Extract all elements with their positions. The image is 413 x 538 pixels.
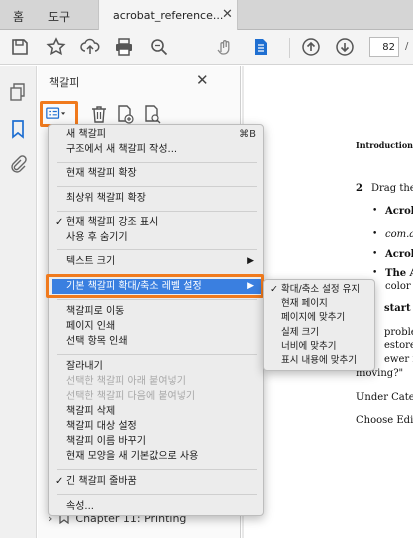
submenu-item-fit-width[interactable]: 너비에 맞추기 (267, 340, 373, 353)
menu-item-text-size[interactable]: 텍스트 크기 ▶ (52, 254, 262, 269)
doc-line: Under Categ (356, 392, 413, 403)
menu-item-new-bookmark[interactable]: 새 책갈피 ⌘B (52, 127, 262, 142)
submenu-item-current-page[interactable]: 현재 페이지 (267, 297, 373, 310)
doc-line: The A (385, 268, 413, 279)
menu-separator (57, 299, 257, 300)
menu-separator (57, 162, 257, 163)
panel-title: 책갈피 (49, 76, 80, 89)
tab-document[interactable]: acrobat_reference... (98, 0, 238, 31)
menu-item-label: 새 책갈피 (66, 129, 106, 140)
submenu-arrow-icon: ▶ (247, 256, 254, 266)
print-icon[interactable] (113, 36, 135, 58)
doc-step-number: 2 (356, 183, 363, 194)
tab-tools[interactable]: 도구 (48, 8, 70, 25)
menu-separator (57, 211, 257, 212)
upload-icon[interactable] (79, 36, 101, 58)
doc-line: Drag the (371, 183, 413, 194)
submenu-item-inherit-zoom[interactable]: ✓ 확대/축소 설정 유지 (267, 283, 373, 296)
menu-item-cut[interactable]: 잘라내기 (52, 359, 262, 374)
arrow-down-icon[interactable] (334, 36, 356, 58)
tab-home[interactable]: 홈 (13, 8, 24, 25)
page-separator: / (405, 41, 409, 52)
attachment-icon[interactable] (8, 154, 28, 174)
menu-item-set-destination[interactable]: 책갈피 대상 설정 (52, 419, 262, 434)
menu-separator (57, 494, 257, 495)
submenu-item-actual-size[interactable]: 실제 크기 (267, 326, 373, 339)
menu-item-label: 긴 책갈피 줄바꿈 (66, 476, 137, 487)
bookmark-icon[interactable] (8, 119, 28, 139)
menu-item-expand-top-level[interactable]: 최상위 책갈피 확장 (52, 191, 262, 206)
doc-bullet: • (372, 229, 378, 239)
menu-item-print-pages[interactable]: 페이지 인쇄 (52, 319, 262, 334)
shortcut-label: ⌘B (239, 129, 256, 140)
menu-item-highlight-current[interactable]: ✓ 현재 책갈피 강조 표시 (52, 215, 262, 230)
doc-line: Acrob (385, 206, 413, 217)
menu-item-expand-current[interactable]: 현재 책갈피 확장 (52, 166, 262, 181)
menu-item-properties[interactable]: 속성... (52, 499, 262, 514)
pages-icon[interactable] (8, 82, 28, 102)
menu-item-go-to-bookmark[interactable]: 책갈피로 이동 (52, 304, 262, 319)
menu-item-print-selection[interactable]: 선택 항목 인쇄 (52, 334, 262, 349)
save-icon[interactable] (9, 36, 31, 58)
main-toolbar: 82 / (0, 30, 413, 65)
menu-item-wrap-long[interactable]: ✓ 긴 책갈피 줄바꿈 (52, 474, 262, 489)
tab-close-icon[interactable]: ✕ (222, 7, 233, 22)
menu-separator (57, 354, 257, 355)
search-icon[interactable] (148, 36, 170, 58)
doc-line: start A (384, 303, 413, 314)
star-icon[interactable] (45, 36, 67, 58)
doc-line: Acrob (385, 249, 413, 260)
doc-line: problem (384, 327, 413, 338)
menu-item-paste-under: 선택한 책갈피 아래 붙여넣기 (66, 376, 186, 387)
menu-item-hide-after-use[interactable]: 사용 후 숨기기 (52, 230, 262, 245)
zoom-level-submenu: ✓ 확대/축소 설정 유지 현재 페이지 페이지에 맞추기 실제 크기 너비에 … (263, 279, 375, 371)
submenu-item-label: 확대/축소 설정 유지 (281, 284, 361, 295)
doc-bullet: • (372, 206, 378, 216)
hand-icon[interactable] (214, 36, 236, 58)
bookmark-options-menu: 새 책갈피 ⌘B 구조에서 새 책갈피 작성... 현재 책갈피 확장 최상위 … (48, 124, 264, 516)
menu-item-paste-after: 선택한 책갈피 다음에 붙여넣기 (66, 391, 196, 402)
menu-item-rename[interactable]: 책갈피 이름 바꾸기 (52, 434, 262, 449)
doc-line: com.a (385, 229, 413, 240)
doc-line: estore cu (384, 340, 413, 351)
doc-bullet: • (372, 268, 378, 278)
tab-bar: 홈 도구 acrobat_reference... ✕ (0, 0, 413, 31)
menu-item-label: 현재 책갈피 강조 표시 (66, 217, 159, 228)
submenu-item-fit-page[interactable]: 페이지에 맞추기 (267, 311, 373, 324)
menu-item-use-as-default[interactable]: 현재 모양을 새 기본값으로 사용 (52, 449, 262, 464)
check-icon: ✓ (55, 217, 64, 228)
doc-heading: Introduction to (356, 140, 413, 150)
new-bookmark-icon[interactable] (115, 104, 137, 126)
toolbar-separator (289, 38, 290, 58)
submenu-item-fit-visible[interactable]: 표시 내용에 맞추기 (267, 354, 373, 367)
arrow-up-icon[interactable] (300, 36, 322, 58)
left-rail (0, 66, 37, 538)
doc-line: color s (385, 281, 413, 292)
menu-item-label: 텍스트 크기 (66, 256, 116, 267)
doc-line: ewer ite (384, 354, 413, 365)
panel-close-icon[interactable]: ✕ (196, 71, 209, 89)
menu-separator (57, 186, 257, 187)
check-icon: ✓ (55, 476, 64, 487)
menu-item-delete[interactable]: 책갈피 삭제 (52, 404, 262, 419)
menu-separator (57, 249, 257, 250)
doc-line: Choose Edit (356, 415, 413, 426)
menu-separator (57, 469, 257, 470)
trash-icon[interactable] (89, 104, 111, 126)
tab-document-label: acrobat_reference... (113, 9, 224, 22)
doc-bullet: • (372, 249, 378, 259)
menu-item-new-from-structure[interactable]: 구조에서 새 책갈피 작성... (52, 142, 262, 157)
page-number-input[interactable]: 82 (369, 37, 399, 57)
menu-item-highlight (46, 274, 264, 298)
bookmark-search-icon[interactable] (142, 104, 164, 126)
document-icon[interactable] (250, 36, 272, 58)
check-icon: ✓ (270, 284, 278, 295)
